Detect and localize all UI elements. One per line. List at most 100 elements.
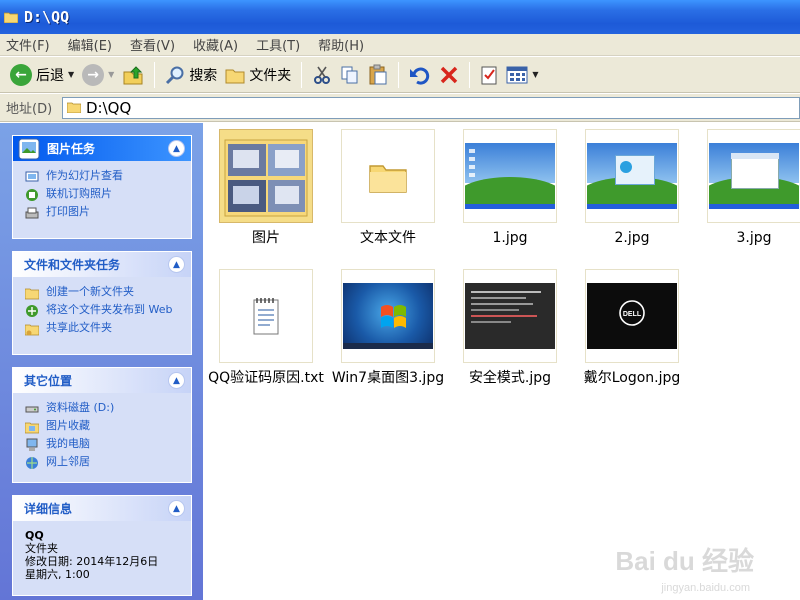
views-dropdown-icon[interactable]: ▼	[532, 70, 538, 79]
views-button[interactable]: ▼	[502, 61, 542, 89]
file-item[interactable]: 2.jpg	[573, 129, 691, 248]
text-thumbnail	[219, 269, 313, 363]
address-bar: 地址(D) D:\QQ	[0, 94, 800, 122]
picture-tasks-header[interactable]: 图片任务 ▲	[13, 136, 191, 161]
folders-button[interactable]: 文件夹	[221, 61, 295, 89]
forward-arrow-icon: →	[82, 63, 105, 86]
image-thumbnail	[585, 129, 679, 223]
printer-icon	[25, 207, 39, 219]
file-item[interactable]: 图片	[207, 129, 325, 248]
menu-edit[interactable]: 编辑(E)	[68, 35, 112, 54]
details-type: 文件夹	[25, 542, 58, 555]
menu-help[interactable]: 帮助(H)	[318, 35, 364, 54]
views-icon	[506, 66, 528, 83]
file-item[interactable]: QQ验证码原因.txt	[207, 269, 325, 388]
menu-file[interactable]: 文件(F)	[6, 35, 50, 54]
collapse-icon[interactable]: ▲	[168, 140, 185, 157]
file-item[interactable]: 安全模式.jpg	[451, 269, 569, 388]
up-folder-icon	[123, 65, 143, 84]
image-thumbnail	[707, 129, 800, 223]
place-network[interactable]: 网上邻居	[25, 455, 181, 470]
menu-favorites[interactable]: 收藏(A)	[193, 35, 238, 54]
toolbar-separator	[301, 61, 303, 88]
file-name: 1.jpg	[492, 230, 528, 246]
delete-button[interactable]	[435, 61, 463, 89]
picture-folder-icon	[224, 139, 308, 217]
back-button[interactable]: ← 后退 ▼	[6, 61, 78, 89]
details-name: QQ	[25, 529, 44, 542]
image-preview: DELL	[587, 283, 677, 349]
image-thumbnail	[463, 269, 557, 363]
place-drive-d[interactable]: 资料磁盘 (D:)	[25, 401, 181, 416]
file-item[interactable]: 1.jpg	[451, 129, 569, 248]
toolbar-separator	[398, 61, 400, 88]
copy-icon	[341, 66, 358, 83]
address-input[interactable]: D:\QQ	[62, 96, 800, 119]
file-tasks-body: 创建一个新文件夹 将这个文件夹发布到 Web 共享此文件夹	[13, 277, 191, 347]
forward-button[interactable]: → ▼	[78, 61, 118, 89]
details-modified: 修改日期: 2014年12月6日	[25, 555, 159, 568]
folder-icon	[369, 165, 407, 193]
other-places-title: 其它位置	[24, 374, 73, 388]
task-label: 联机订购照片	[46, 187, 112, 200]
folder-thumbnail	[341, 129, 435, 223]
place-my-computer[interactable]: 我的电脑	[25, 437, 181, 452]
other-places-panel: 其它位置 ▲ 资料磁盘 (D:) 图片收藏 我的电脑 网上邻居	[12, 367, 192, 483]
my-computer-icon	[26, 438, 38, 451]
collapse-icon[interactable]: ▲	[168, 372, 185, 389]
file-item[interactable]: 3.jpg	[695, 129, 800, 248]
file-tasks-header[interactable]: 文件和文件夹任务 ▲	[13, 252, 191, 277]
up-folder-button[interactable]	[118, 61, 148, 89]
paste-icon	[369, 64, 387, 84]
task-pane: 图片任务 ▲ 作为幻灯片查看 联机订购照片 打印图片 文件和文件夹任务 ▲ 创建…	[0, 123, 203, 600]
task-label: 将这个文件夹发布到 Web	[46, 303, 173, 316]
address-value: D:\QQ	[86, 98, 132, 117]
menu-tools[interactable]: 工具(T)	[256, 35, 300, 54]
task-slideshow[interactable]: 作为幻灯片查看	[25, 169, 181, 184]
properties-icon	[481, 66, 497, 84]
place-my-pictures[interactable]: 图片收藏	[25, 419, 181, 434]
delete-icon	[441, 66, 458, 83]
menu-bar: 文件(F) 编辑(E) 查看(V) 收藏(A) 工具(T) 帮助(H)	[0, 34, 800, 56]
svg-text:DELL: DELL	[623, 311, 642, 318]
task-publish-web[interactable]: 将这个文件夹发布到 Web	[25, 303, 181, 318]
folder-thumbnail	[219, 129, 313, 223]
image-preview	[709, 143, 799, 209]
folders-icon	[225, 69, 245, 83]
cut-button[interactable]	[308, 61, 336, 89]
file-item[interactable]: DELL 戴尔Logon.jpg	[573, 269, 691, 388]
paste-button[interactable]	[364, 61, 392, 89]
notepad-icon	[253, 298, 279, 335]
task-new-folder[interactable]: 创建一个新文件夹	[25, 285, 181, 300]
file-item[interactable]: 文本文件	[329, 129, 447, 248]
properties-button[interactable]	[476, 61, 502, 89]
toolbar-separator	[154, 61, 156, 88]
other-places-header[interactable]: 其它位置 ▲	[13, 368, 191, 393]
back-arrow-icon: ←	[10, 63, 32, 86]
search-label: 搜索	[189, 67, 218, 84]
copy-button[interactable]	[336, 61, 364, 89]
details-header[interactable]: 详细信息 ▲	[13, 496, 191, 521]
image-preview	[587, 143, 677, 209]
toolbar: ← 后退 ▼ → ▼ 搜索 文件夹 ▼	[0, 57, 800, 93]
menu-view[interactable]: 查看(V)	[130, 35, 175, 54]
file-item[interactable]: Win7桌面图3.jpg	[329, 269, 447, 388]
task-share-folder[interactable]: 共享此文件夹	[25, 321, 181, 336]
order-prints-icon	[26, 189, 38, 201]
picture-tasks-icon	[18, 138, 40, 160]
slideshow-icon	[25, 171, 39, 182]
task-print[interactable]: 打印图片	[25, 205, 181, 220]
task-order-prints[interactable]: 联机订购照片	[25, 187, 181, 202]
forward-dropdown-icon[interactable]: ▼	[108, 70, 114, 79]
undo-button[interactable]	[405, 61, 435, 89]
collapse-icon[interactable]: ▲	[168, 256, 185, 273]
task-label: 作为幻灯片查看	[46, 169, 123, 182]
image-preview	[343, 283, 433, 349]
back-dropdown-icon[interactable]: ▼	[68, 70, 74, 79]
image-thumbnail	[463, 129, 557, 223]
place-label: 我的电脑	[46, 437, 90, 450]
other-places-body: 资料磁盘 (D:) 图片收藏 我的电脑 网上邻居	[13, 393, 191, 481]
file-name: 3.jpg	[736, 230, 772, 246]
search-button[interactable]: 搜索	[161, 61, 221, 89]
collapse-icon[interactable]: ▲	[168, 500, 185, 517]
